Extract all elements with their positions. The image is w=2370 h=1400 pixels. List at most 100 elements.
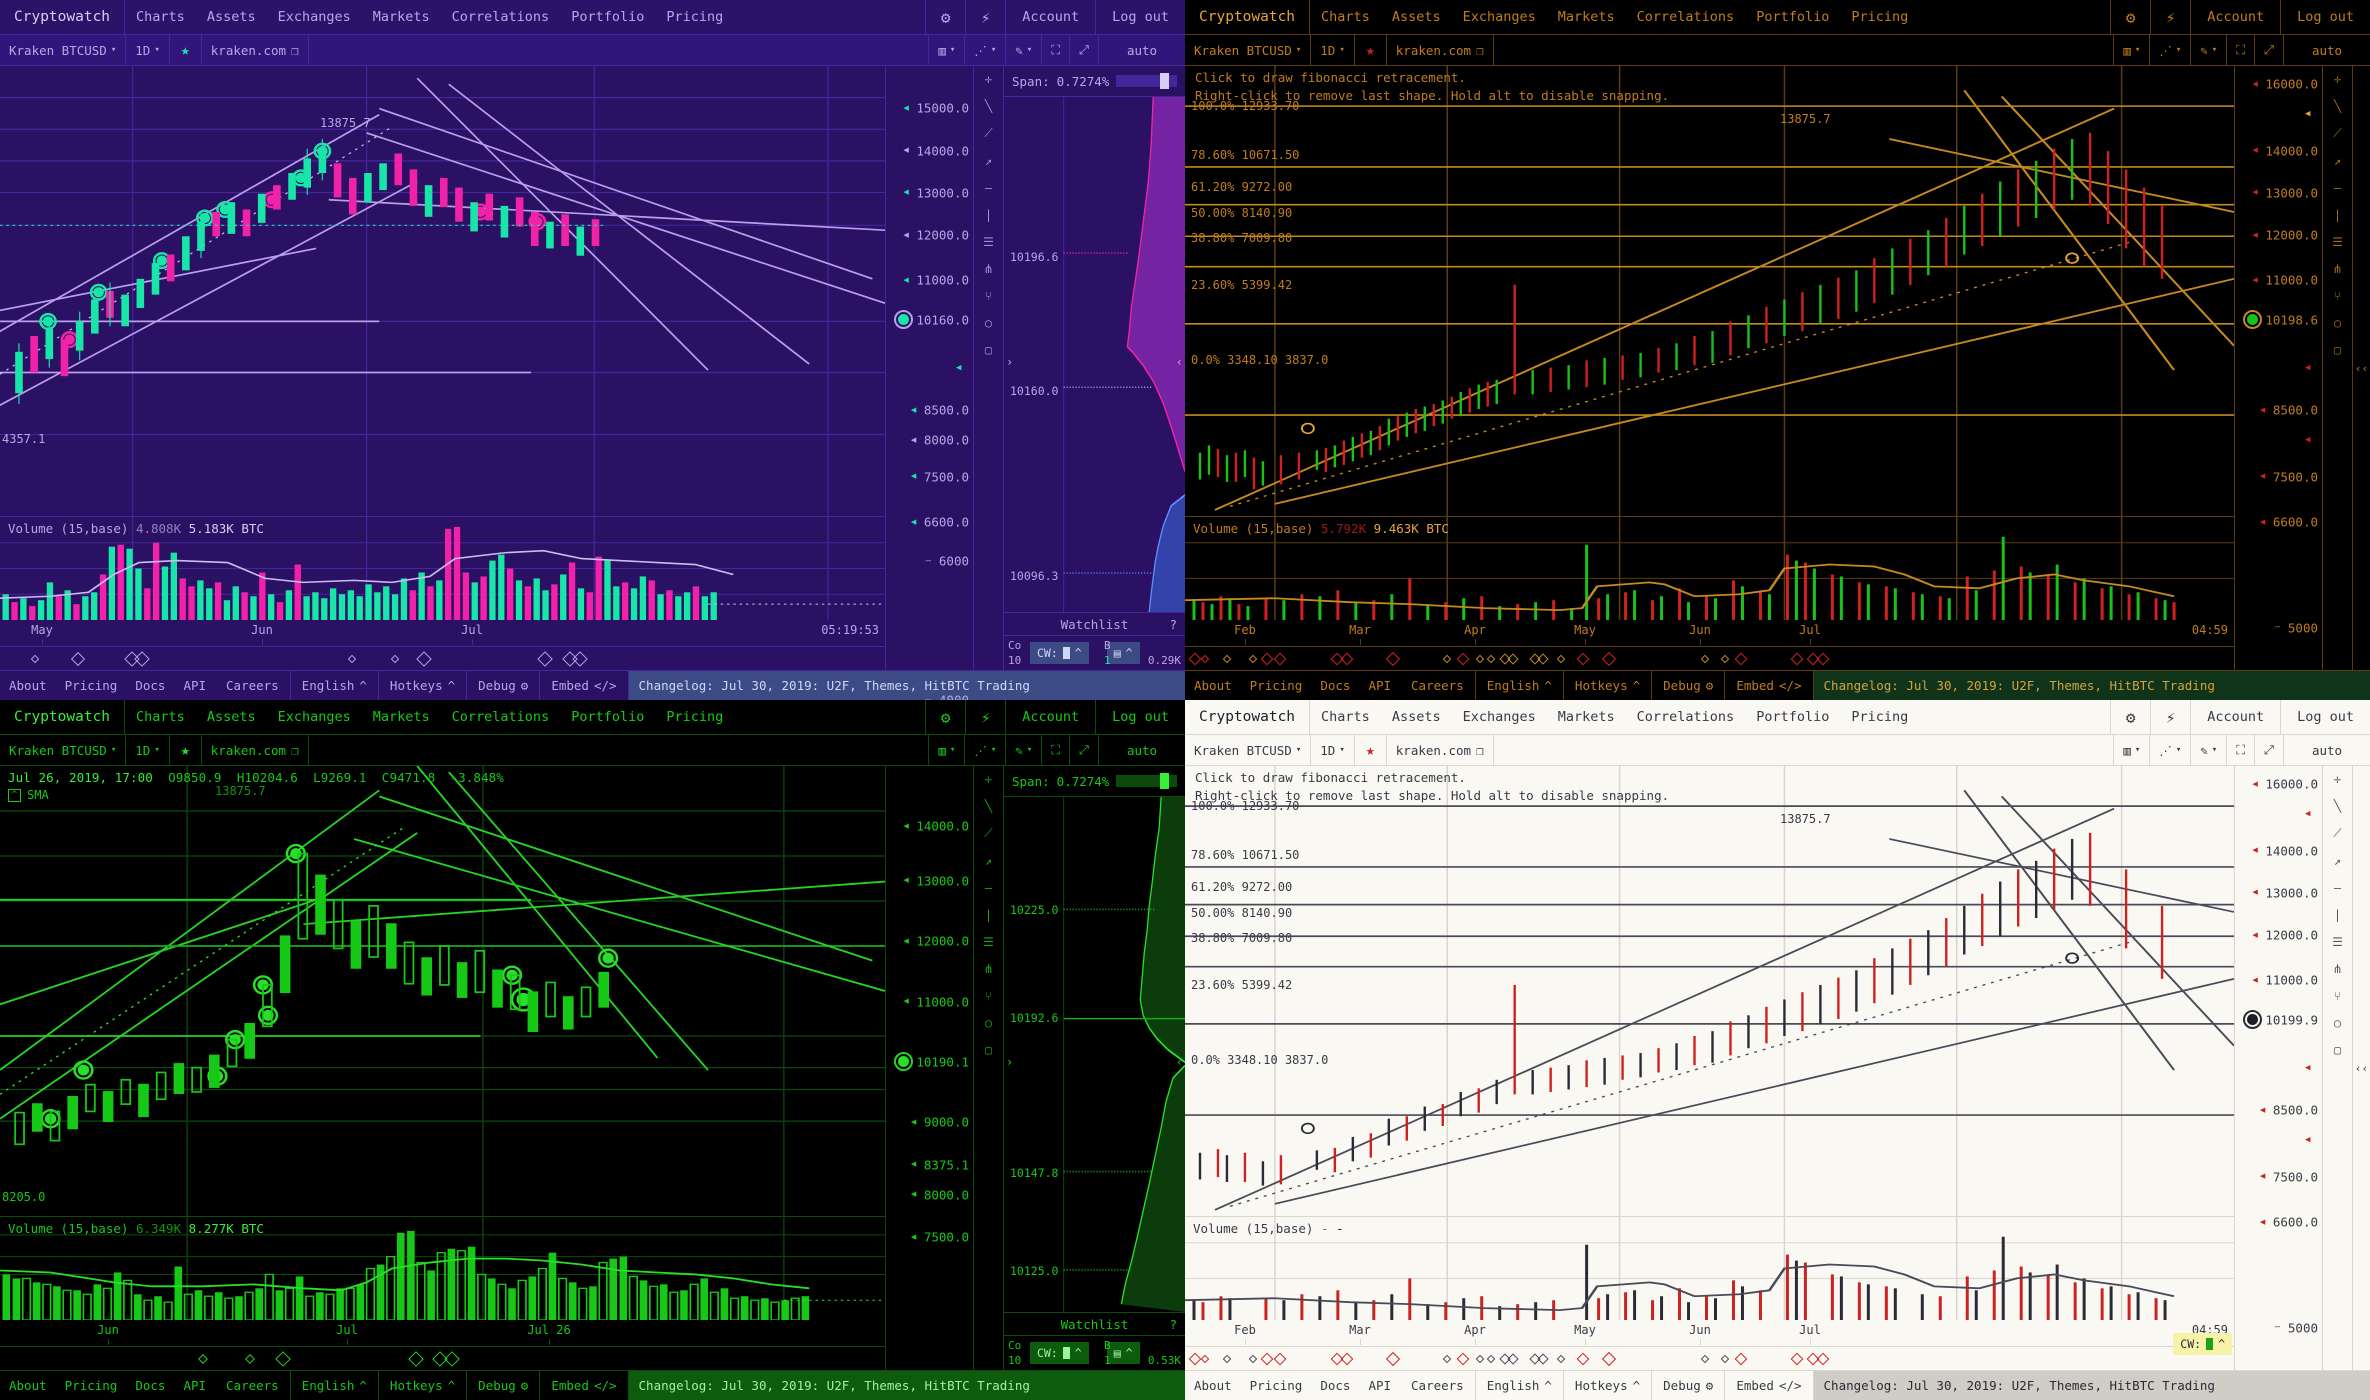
nav-item-portfolio[interactable]: Portfolio (560, 700, 655, 734)
favorite-star-icon[interactable]: ★ (1355, 735, 1387, 765)
volume-chart-green[interactable]: Volume (15,base) 6.349K 8.277K BTC (0, 1216, 885, 1320)
candle-icon[interactable]: ▥ ▾ (929, 35, 966, 65)
text-tool-icon[interactable]: ⑂ (985, 289, 992, 303)
footer-link-docs[interactable]: Docs (126, 1371, 174, 1400)
nav-item-charts[interactable]: Charts (1310, 0, 1381, 34)
account-menu[interactable]: Account (1005, 0, 1095, 34)
ellipse-tool-icon[interactable]: ○ (2334, 316, 2341, 330)
gear-icon[interactable]: ⚙ (2110, 0, 2150, 34)
footer-link-api[interactable]: API (174, 671, 215, 700)
pitchfork-tool-icon[interactable]: ⋔ (2332, 262, 2342, 276)
nav-item-pricing[interactable]: Pricing (1840, 0, 1919, 34)
language-selector[interactable]: English ^ (291, 671, 379, 700)
nav-item-correlations[interactable]: Correlations (1626, 0, 1746, 34)
pitchfork-tool-icon[interactable]: ⋔ (2332, 962, 2342, 976)
vertical-line-icon[interactable]: | (985, 908, 992, 922)
nav-item-charts[interactable]: Charts (125, 700, 196, 734)
footer-link-careers[interactable]: Careers (215, 671, 291, 700)
lightning-icon[interactable]: ⚡ (965, 700, 1005, 734)
footer-link-careers[interactable]: Careers (215, 1371, 291, 1400)
nav-item-charts[interactable]: Charts (1310, 700, 1381, 734)
nav-item-exchanges[interactable]: Exchanges (1452, 700, 1547, 734)
nav-item-assets[interactable]: Assets (196, 0, 267, 34)
market-selector[interactable]: Kraken BTCUSD ▾ (1185, 735, 1312, 765)
snapshot-icon[interactable]: ⛶ (1042, 35, 1070, 65)
changelog-banner[interactable]: Changelog: Jul 30, 2019: U2F, Themes, Hi… (628, 671, 1185, 700)
account-menu[interactable]: Account (2190, 700, 2280, 734)
pencil-icon[interactable]: ✎ ▾ (1006, 35, 1043, 65)
footer-link-pricing[interactable]: Pricing (56, 671, 127, 700)
nav-item-assets[interactable]: Assets (196, 700, 267, 734)
nav-item-portfolio[interactable]: Portfolio (1745, 0, 1840, 34)
nav-item-assets[interactable]: Assets (1381, 0, 1452, 34)
nav-item-assets[interactable]: Assets (1381, 700, 1452, 734)
language-selector[interactable]: English ^ (1476, 1371, 1564, 1400)
snapshot-icon[interactable]: ⛶ (1042, 735, 1070, 765)
snapshot-icon[interactable]: ⛶ (2227, 35, 2255, 65)
hotkeys-button[interactable]: Hotkeys ^ (1564, 671, 1653, 700)
vertical-line-icon[interactable]: | (985, 208, 992, 222)
period-selector[interactable]: 1D ▾ (126, 735, 170, 765)
footer-link-pricing[interactable]: Pricing (1241, 671, 1312, 700)
sma-indicator-row[interactable]: ^ SMA (8, 788, 49, 802)
watchlist-header[interactable]: Watchlist ? (1004, 1312, 1185, 1336)
nav-item-pricing[interactable]: Pricing (1840, 700, 1919, 734)
rectangle-tool-icon[interactable]: ▢ (2334, 343, 2341, 357)
indicator-icon[interactable]: ⋰ ▾ (965, 735, 1007, 765)
footer-link-docs[interactable]: Docs (1311, 1371, 1359, 1400)
ray-tool-icon[interactable]: ⟋ (984, 126, 992, 141)
main-chart-purple[interactable]: 13875.7 4357.1 (0, 66, 885, 516)
crosshair-tool-icon[interactable]: ✛ (2334, 72, 2341, 86)
source-link[interactable]: kraken.com ❐ (202, 35, 309, 65)
chat-toggle[interactable]: ▤ ^ (1106, 1342, 1140, 1364)
expand-icon[interactable]: ⤢ (2255, 35, 2284, 65)
footer-link-about[interactable]: About (1185, 1371, 1241, 1400)
snapshot-icon[interactable]: ⛶ (2227, 735, 2255, 765)
chat-toggle[interactable]: ▤ ^ (1106, 642, 1140, 664)
lightning-icon[interactable]: ⚡ (2150, 700, 2190, 734)
footer-link-api[interactable]: API (1359, 1371, 1400, 1400)
main-chart-green[interactable]: Jul 26, 2019, 17:00 O9850.9 H10204.6 L92… (0, 766, 885, 1216)
favorite-star-icon[interactable]: ★ (170, 35, 202, 65)
cw-toggle[interactable]: CW: ^ (1030, 1342, 1089, 1364)
cw-toggle[interactable]: CW: ^ (2173, 1333, 2232, 1355)
nav-item-exchanges[interactable]: Exchanges (267, 0, 362, 34)
gear-icon[interactable]: ⚙ (925, 0, 965, 34)
nav-item-correlations[interactable]: Correlations (1626, 700, 1746, 734)
line-tool-icon[interactable]: ╲ (985, 99, 992, 113)
brand-logo[interactable]: Cryptowatch (0, 0, 126, 34)
brand-logo[interactable]: Cryptowatch (0, 700, 126, 734)
ray-tool-icon[interactable]: ⟋ (2333, 126, 2341, 141)
debug-button[interactable]: Debug ⚙ (1652, 1371, 1726, 1400)
ray-tool-icon[interactable]: ⟋ (2333, 826, 2341, 841)
arrow-tool-icon[interactable]: ↗ (2334, 154, 2341, 168)
watchlist-header[interactable]: Watchlist ? (1004, 612, 1185, 636)
debug-button[interactable]: Debug ⚙ (1652, 671, 1726, 700)
nav-item-markets[interactable]: Markets (362, 700, 441, 734)
pencil-icon[interactable]: ✎ ▾ (1006, 735, 1043, 765)
language-selector[interactable]: English ^ (1476, 671, 1564, 700)
nav-item-correlations[interactable]: Correlations (441, 0, 561, 34)
vertical-line-icon[interactable]: | (2334, 908, 2341, 922)
sma-toggle-icon[interactable]: ^ (8, 788, 21, 802)
price-axis-green[interactable]: ◀ 14000.0 ◀ 13000.0 ◀ 12000.0 ◀ 11000.0 1019… (885, 766, 973, 1370)
market-selector[interactable]: Kraken BTCUSD ▾ (0, 35, 127, 65)
text-tool-icon[interactable]: ⑂ (2334, 989, 2341, 1003)
language-selector[interactable]: English ^ (291, 1371, 379, 1400)
market-selector[interactable]: Kraken BTCUSD ▾ (0, 735, 127, 765)
debug-button[interactable]: Debug ⚙ (467, 671, 541, 700)
orderbook-depth-purple[interactable]: 10196.6 10160.0 10096.3 ‹ › (1004, 97, 1185, 612)
nav-item-portfolio[interactable]: Portfolio (560, 0, 655, 34)
horizontal-line-icon[interactable]: — (2334, 181, 2341, 195)
collapse-right-icon[interactable]: ‹ (1176, 1055, 1183, 1069)
expand-icon[interactable]: ⤢ (1070, 735, 1099, 765)
embed-button[interactable]: Embed </> (1725, 1371, 1814, 1400)
price-axis-purple[interactable]: ◀ 15000.0 ◀ 14000.0 ◀ 13000.0 ◀ 12000.0 ◀ 110… (885, 66, 973, 700)
help-icon[interactable]: ? (1169, 617, 1177, 632)
footer-link-careers[interactable]: Careers (1400, 671, 1476, 700)
rectangle-tool-icon[interactable]: ▢ (985, 343, 992, 357)
ellipse-tool-icon[interactable]: ○ (985, 1016, 992, 1030)
lightning-icon[interactable]: ⚡ (2150, 0, 2190, 34)
footer-link-about[interactable]: About (0, 671, 56, 700)
ellipse-tool-icon[interactable]: ○ (985, 316, 992, 330)
